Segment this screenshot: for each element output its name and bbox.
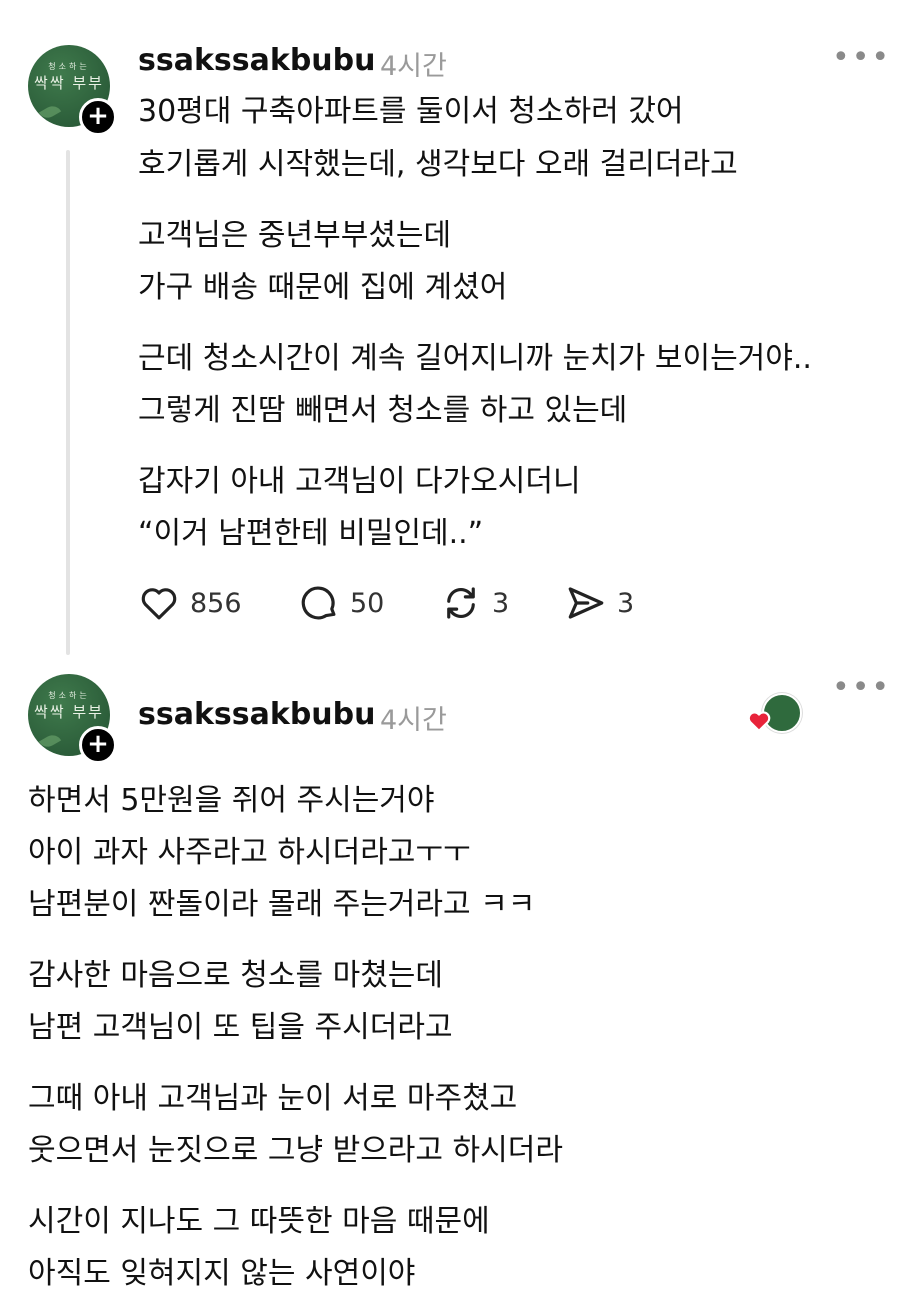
post-time: 4시간: [380, 51, 447, 82]
post-text-line: 아이 과자 사주라고 하시더라고ㅜㅜ: [28, 835, 471, 870]
like-count: 856: [190, 587, 242, 619]
post-text-line: 그때 아내 고객님과 눈이 서로 마주쳤고: [28, 1081, 518, 1116]
comment-button[interactable]: 50: [298, 582, 384, 624]
post-text-line: 갑자기 아내 고객님이 다가오시더니: [138, 464, 581, 499]
comment-count: 50: [350, 587, 385, 619]
username[interactable]: ssakssakbubu: [138, 697, 375, 732]
leaf-decoration: [38, 102, 62, 122]
comment-icon: [301, 586, 336, 620]
post-text-line: 하면서 5만원을 쥐어 주시는거야: [28, 783, 435, 818]
post-text-line: 가구 배송 때문에 집에 계셨어: [138, 270, 508, 305]
follow-plus-icon[interactable]: +: [79, 726, 117, 764]
post-text-line: 그렇게 진땀 빼면서 청소를 하고 있는데: [138, 393, 628, 428]
more-icon[interactable]: •••: [832, 43, 891, 73]
repost-button[interactable]: 3: [440, 582, 509, 624]
send-icon: [568, 587, 604, 619]
repost-count: 3: [492, 587, 510, 619]
follow-plus-icon[interactable]: +: [79, 98, 117, 136]
post-time: 4시간: [380, 705, 447, 736]
repost-icon: [447, 587, 475, 619]
share-count: 3: [617, 587, 635, 619]
post-text-line: 남편 고객님이 또 팁을 주시더라고: [28, 1010, 453, 1045]
post-text-line: 고객님은 중년부부셨는데: [138, 218, 452, 253]
post-text-line: 웃으면서 눈짓으로 그냥 받으라고 하시더라: [28, 1133, 563, 1168]
post-text-line: 근데 청소시간이 계속 길어지니까 눈치가 보이는거야..: [138, 341, 812, 376]
thread-line: [66, 150, 70, 655]
username[interactable]: ssakssakbubu: [138, 43, 375, 78]
share-button[interactable]: 3: [565, 582, 634, 624]
like-button[interactable]: 856: [138, 582, 242, 624]
heart-icon: [141, 588, 177, 620]
post-text-line: 남편분이 짠돌이라 몰래 주는거라고 ㅋㅋ: [28, 887, 536, 922]
post-text-line: 호기롭게 시작했는데, 생각보다 오래 걸리더라고: [138, 147, 738, 182]
post-text-line: 30평대 구축아파트를 둘이서 청소하러 갔어: [138, 94, 684, 129]
heart-icon: [747, 711, 771, 732]
leaf-decoration: [38, 731, 62, 751]
post-text-line: 감사한 마음으로 청소를 마쳤는데: [28, 958, 444, 993]
post-text-line: 시간이 지나도 그 따뜻한 마음 때문에: [28, 1204, 490, 1239]
post-text-line: 아직도 잊혀지지 않는 사연이야: [28, 1256, 416, 1291]
more-icon[interactable]: •••: [832, 673, 891, 703]
post-text-line: “이거 남편한테 비밀인데..”: [138, 516, 484, 551]
